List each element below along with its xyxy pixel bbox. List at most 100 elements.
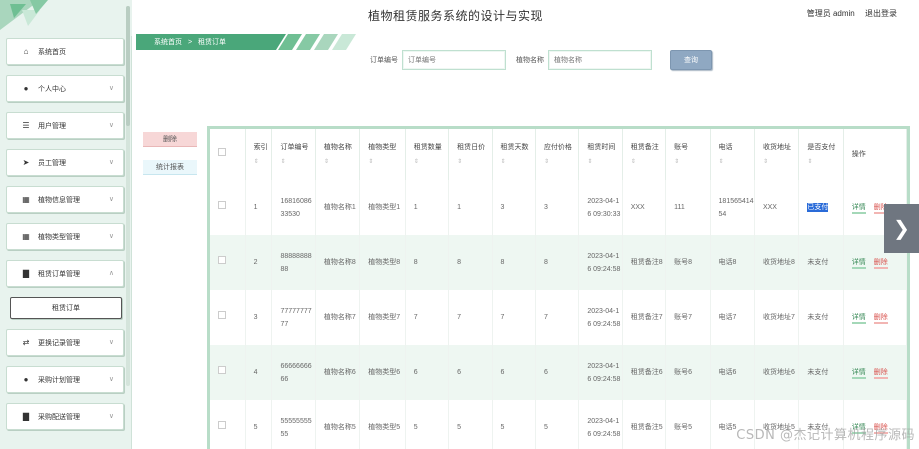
column-header-qty[interactable]: 租赁数量 ⇕ — [405, 129, 450, 180]
delete-button[interactable]: 删除 — [873, 259, 888, 269]
column-header-price[interactable]: 应付价格 ⇕ — [535, 129, 580, 180]
column-header-plant_name[interactable]: 植物名称 ⇕ — [315, 129, 361, 180]
next-slide-button[interactable]: ❯ — [884, 204, 919, 253]
column-header-label: 租赁日价 — [457, 143, 486, 151]
table-row[interactable]: 4 6666666666 植物名称6 植物类型6 6 6 6 6 2023-04-16 09:2… — [210, 345, 907, 400]
row-checkbox[interactable] — [218, 201, 226, 209]
logout-link[interactable]: 退出登录 — [865, 9, 897, 18]
column-header-label: 应付价格 — [543, 143, 572, 151]
sort-icon[interactable]: ⇕ — [763, 156, 798, 168]
column-header-daily[interactable]: 租赁日价 ⇕ — [448, 129, 493, 180]
cell-idx: 3 — [245, 290, 273, 345]
cell-value: 5 — [413, 424, 418, 431]
sort-icon[interactable]: ⇕ — [414, 156, 448, 168]
cell-value: 植物名称7 — [323, 314, 356, 321]
row-checkbox[interactable] — [218, 311, 226, 319]
column-header-chk[interactable] — [210, 129, 246, 180]
row-checkbox[interactable] — [218, 366, 226, 374]
column-header-ops[interactable]: 操作 — [843, 129, 907, 180]
select-all-checkbox[interactable] — [218, 148, 226, 156]
sort-icon[interactable]: ⇕ — [324, 156, 359, 168]
sort-icon[interactable]: ⇕ — [501, 156, 535, 168]
sort-icon[interactable]: ⇕ — [457, 156, 491, 168]
cell-value: 植物类型6 — [368, 369, 401, 376]
sidebar-subitem-7[interactable]: 租赁订单 — [10, 297, 122, 319]
sidebar-item-1[interactable]: ● 个人中心 ∨ — [6, 75, 124, 102]
sidebar-item-3[interactable]: ➤ 员工管理 ∨ — [6, 149, 124, 176]
cell-qty: 1 — [405, 180, 450, 235]
column-header-plant_type[interactable]: 植物类型 ⇕ — [359, 129, 406, 180]
search-button[interactable]: 查询 — [670, 50, 712, 70]
sidebar-item-0[interactable]: ⌂ 系统首页 — [6, 38, 124, 65]
column-header-idx[interactable]: 索引 ⇕ — [245, 129, 273, 180]
cell-value: 2023-04-16 09:24:58 — [587, 362, 621, 383]
sidebar-item-5[interactable]: ▦ 植物类型管理 ∨ — [6, 223, 124, 250]
cell-chk — [210, 235, 246, 290]
sort-icon[interactable]: ⇕ — [807, 156, 842, 168]
sort-icon[interactable]: ⇕ — [587, 156, 621, 168]
cell-plant_name: 植物名称6 — [315, 345, 361, 400]
table-row[interactable]: 2 8888888888 植物名称8 植物类型8 8 8 8 8 2023-04-16 09:2… — [210, 235, 907, 290]
sort-icon[interactable]: ⇕ — [674, 156, 709, 168]
plant-name-input[interactable] — [548, 50, 652, 70]
cell-chk — [210, 345, 246, 400]
detail-button[interactable]: 详情 — [851, 369, 866, 379]
row-checkbox[interactable] — [218, 256, 226, 264]
sidebar-item-10[interactable]: ▇ 采购配送管理 ∨ — [6, 403, 124, 430]
cell-address: XXX — [754, 180, 800, 235]
column-header-time[interactable]: 租赁时间 ⇕ — [578, 129, 623, 180]
detail-button[interactable]: 详情 — [851, 259, 866, 269]
sort-icon[interactable]: ⇕ — [254, 156, 272, 168]
cell-time: 2023-04-16 09:24:58 — [578, 400, 623, 449]
sidebar-item-2[interactable]: ☰ 用户管理 ∨ — [6, 112, 124, 139]
sort-icon[interactable]: ⇕ — [280, 156, 314, 168]
detail-button[interactable]: 详情 — [851, 204, 866, 214]
column-header-days[interactable]: 租赁天数 ⇕ — [492, 129, 536, 180]
row-checkbox[interactable] — [218, 421, 226, 429]
sidebar-item-label: 用户管理 — [38, 122, 66, 130]
cell-paid: 未支付 — [798, 290, 844, 345]
sort-icon[interactable]: ⇕ — [719, 156, 754, 168]
order-number-input[interactable] — [402, 50, 506, 70]
list-icon: ☰ — [22, 121, 30, 130]
table-row[interactable]: 3 7777777777 植物名称7 植物类型7 7 7 7 7 2023-04-16 09:2… — [210, 290, 907, 345]
sidebar-item-9[interactable]: ● 采购计划管理 ∨ — [6, 366, 124, 393]
grid-icon: ▦ — [22, 232, 30, 241]
sidebar-item-4[interactable]: ▦ 植物信息管理 ∨ — [6, 186, 124, 213]
detail-button[interactable]: 详情 — [851, 314, 866, 324]
cell-remark: XXX — [622, 180, 667, 235]
statistics-report-button[interactable]: 统计报表 — [143, 160, 197, 175]
table-row[interactable]: 1 1681608633530 植物名称1 植物类型1 1 1 3 3 2023-04-16 0… — [210, 180, 907, 235]
sort-icon[interactable]: ⇕ — [631, 156, 665, 168]
column-header-remark[interactable]: 租赁备注 ⇕ — [622, 129, 667, 180]
cell-value: 6 — [413, 369, 418, 376]
cell-time: 2023-04-16 09:24:58 — [578, 235, 623, 290]
cell-daily: 5 — [448, 400, 493, 449]
cell-remark: 租赁备注5 — [622, 400, 667, 449]
delete-button[interactable]: 删除 — [873, 369, 888, 379]
chevron-down-icon: ∨ — [108, 159, 114, 166]
sidebar-item-6[interactable]: ▇ 租赁订单管理 ∧ — [6, 260, 124, 287]
sort-icon[interactable]: ⇕ — [544, 156, 578, 168]
cell-address: 收货地址6 — [754, 345, 800, 400]
cell-value: 账号7 — [674, 314, 693, 321]
column-header-label: 租赁时间 — [587, 143, 616, 151]
cell-days: 3 — [492, 180, 536, 235]
column-header-account[interactable]: 账号 ⇕ — [665, 129, 711, 180]
cell-price: 3 — [535, 180, 580, 235]
delete-button[interactable]: 删除 — [873, 314, 888, 324]
cell-value: 未支付 — [807, 259, 829, 266]
sidebar-item-8[interactable]: ⇄ 更换记录管理 ∨ — [6, 329, 124, 356]
breadcrumb-home[interactable]: 系统首页 — [154, 39, 182, 46]
column-header-order_no[interactable]: 订单编号 ⇕ — [271, 129, 316, 180]
sort-icon[interactable]: ⇕ — [368, 156, 404, 168]
sidebar-scrollbar-thumb[interactable] — [126, 6, 130, 126]
column-header-phone[interactable]: 电话 ⇕ — [710, 129, 755, 180]
sidebar-scrollbar[interactable] — [126, 6, 130, 386]
cell-value: 8 — [543, 259, 548, 266]
column-header-address[interactable]: 收货地址 ⇕ — [754, 129, 800, 180]
cell-value: 植物类型8 — [368, 259, 401, 266]
cell-account: 111 — [665, 180, 711, 235]
column-header-paid[interactable]: 是否支付 ⇕ — [798, 129, 844, 180]
batch-delete-button[interactable]: 删除 — [143, 132, 197, 147]
